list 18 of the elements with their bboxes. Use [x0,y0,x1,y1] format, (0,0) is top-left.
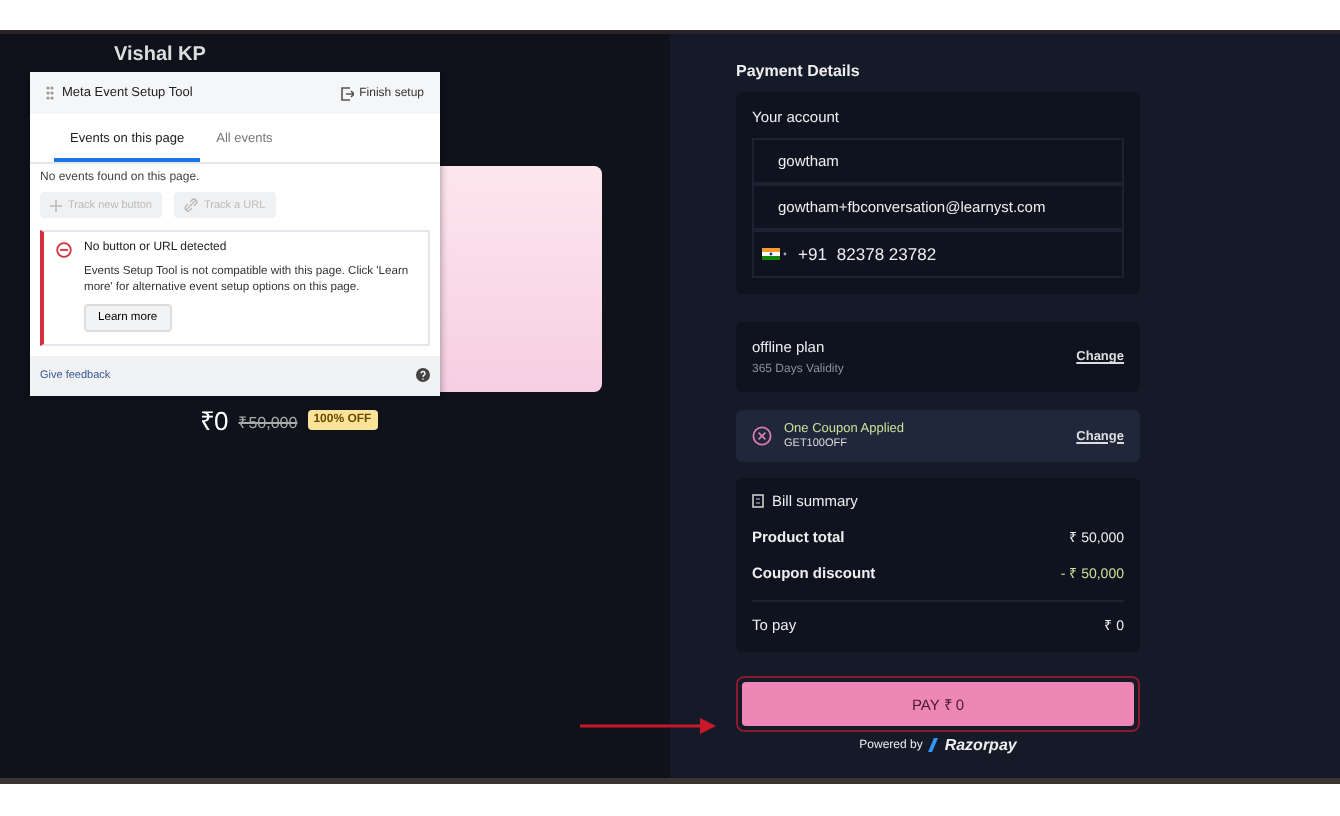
exit-icon [339,85,354,101]
arrow-annotation [580,718,716,734]
phone-number: 82378 23782 [836,244,937,264]
flag-icon [762,248,788,260]
drag-handle-icon [46,86,54,100]
country-code: +91 [798,244,827,264]
user-name: Vishal KP [114,44,206,66]
section-heading: Payment Details [736,62,862,80]
blocked-icon [56,242,72,258]
razorpay-logo-icon [928,738,939,752]
original-price: ₹50,000 [238,411,298,431]
receipt-icon [752,494,764,508]
remove-coupon-icon [752,426,772,446]
link-icon [183,198,198,212]
brand-name: Razorpay [944,736,1017,754]
plus-icon [50,199,62,211]
help-icon [416,368,430,383]
course-price: ₹0 [200,404,229,438]
